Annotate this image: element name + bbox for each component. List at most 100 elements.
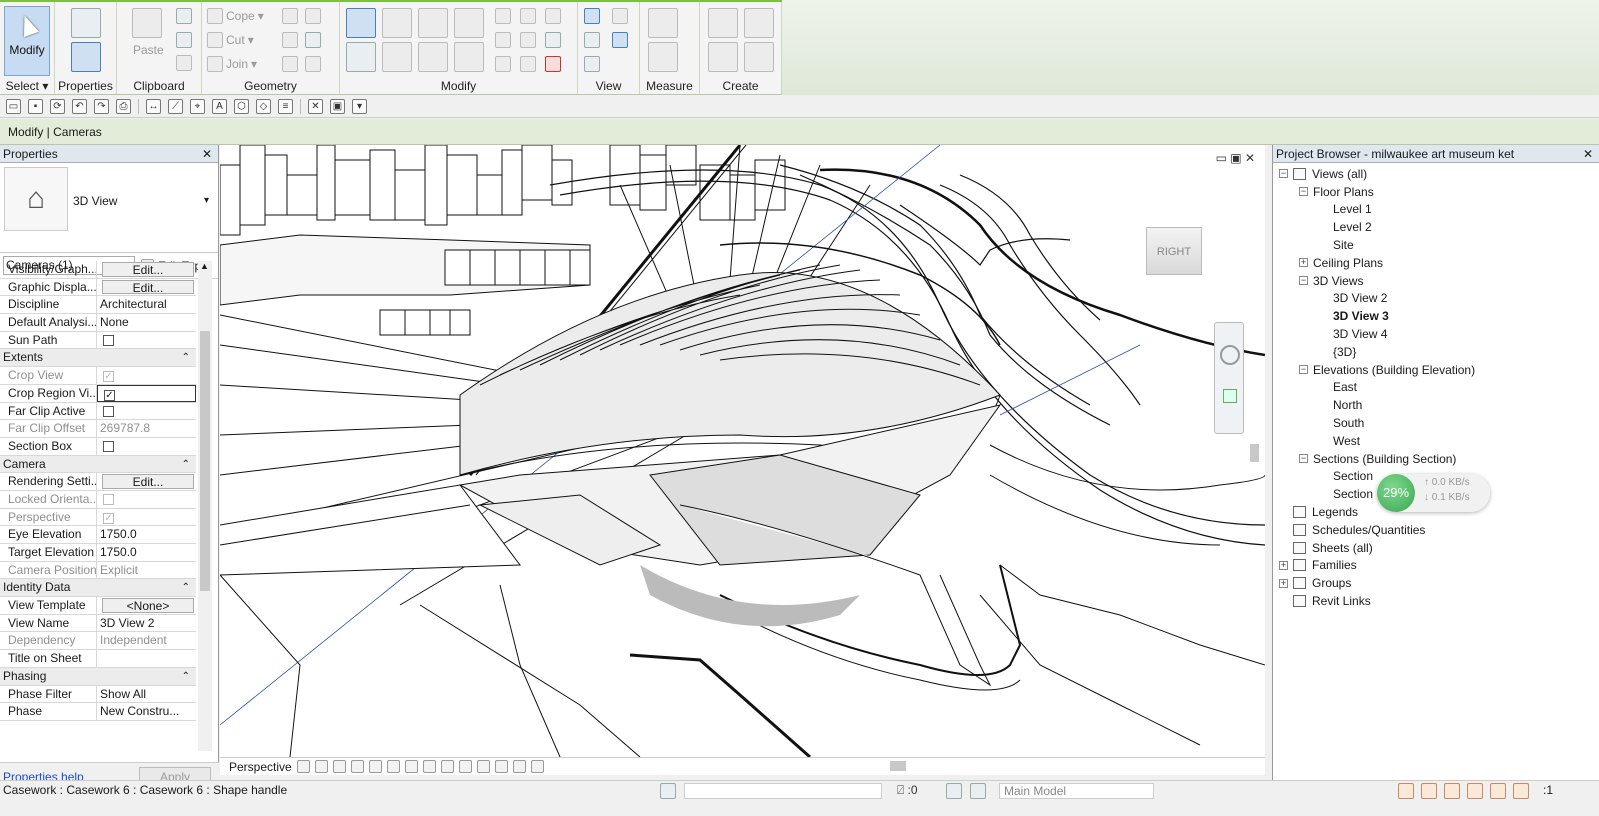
cut-geometry-button[interactable]: Cut ▾ <box>207 32 254 48</box>
type-properties-icon[interactable] <box>71 8 101 38</box>
sun-path-icon[interactable] <box>314 760 328 773</box>
type-selector[interactable]: ⌂ 3D View ▾ <box>0 163 218 253</box>
property-row[interactable]: Graphic Displa... Edit... <box>0 278 196 297</box>
property-edit-button[interactable]: <None> <box>102 598 194 613</box>
create-parts-icon[interactable] <box>744 8 774 38</box>
render-icon[interactable] <box>350 760 364 773</box>
property-row[interactable]: Locked Orienta... <box>0 490 196 509</box>
collapse-chevron-icon[interactable]: ⌃ <box>182 349 196 366</box>
unpin-icon[interactable] <box>545 8 561 24</box>
property-value[interactable]: Architectural <box>97 296 196 313</box>
property-row[interactable]: Crop View ✓ <box>0 367 196 385</box>
measure-between-icon[interactable] <box>648 8 678 38</box>
align-icon[interactable] <box>346 8 376 38</box>
property-row[interactable]: Target Elevation 1750.0 <box>0 544 196 562</box>
drawing-viewport[interactable]: ▭ ▣ ✕ RIGHT <box>220 145 1265 775</box>
select-dropdown[interactable]: Select ▾ <box>0 79 54 93</box>
delete-icon[interactable] <box>545 56 561 72</box>
editable-only-icon[interactable] <box>970 783 986 799</box>
zoom-icon[interactable] <box>1223 389 1237 403</box>
rotate-icon[interactable] <box>418 42 448 72</box>
select-pinned-icon[interactable] <box>1444 783 1460 799</box>
split-gap-icon[interactable] <box>520 8 536 24</box>
browser-node[interactable]: − Views (all) <box>1273 165 1599 183</box>
browser-node[interactable]: 3D View 4 <box>1273 325 1599 343</box>
expand-icon[interactable]: + <box>1299 258 1308 268</box>
browser-node[interactable]: Sheets (all) <box>1273 539 1599 557</box>
wall-joins-icon[interactable] <box>282 32 298 48</box>
offset-icon[interactable] <box>382 8 412 38</box>
property-edit-button[interactable]: Edit... <box>102 279 194 295</box>
property-checkbox[interactable] <box>103 334 114 346</box>
property-row[interactable]: Camera Position Explicit <box>0 561 196 580</box>
browser-node[interactable]: South <box>1273 414 1599 432</box>
property-value[interactable] <box>97 438 196 455</box>
highlight-displacement-icon[interactable] <box>494 760 508 773</box>
scale-icon[interactable] <box>520 32 536 48</box>
split-element-icon[interactable] <box>495 8 511 24</box>
browser-node[interactable]: + Families <box>1273 557 1599 575</box>
property-group-header[interactable]: Identity Data ⌃ <box>0 579 196 598</box>
hide-in-view-icon[interactable] <box>612 8 628 24</box>
property-row[interactable]: Far Clip Offset 269787.8 <box>0 420 196 438</box>
property-value[interactable]: New Constru... <box>97 703 196 720</box>
property-value[interactable]: None <box>97 314 196 331</box>
match-properties-icon[interactable] <box>176 55 192 71</box>
active-workset-select[interactable] <box>684 783 882 799</box>
property-value[interactable] <box>97 403 196 420</box>
browser-node[interactable]: Site <box>1273 236 1599 254</box>
modify-button[interactable]: Modify <box>4 6 50 76</box>
pin-icon[interactable] <box>545 32 561 48</box>
network-speed-widget[interactable]: 29% ↑ 0.0 KB/s ↓ 0.1 KB/s <box>1377 474 1490 512</box>
property-group-header[interactable]: Extents ⌃ <box>0 349 196 368</box>
browser-node[interactable]: Schedules/Quantities <box>1273 521 1599 539</box>
demolish-icon[interactable] <box>305 32 321 48</box>
scroll-thumb[interactable] <box>200 331 210 591</box>
property-row[interactable]: Crop Region Vi... ✓ <box>0 384 196 403</box>
property-row[interactable]: Visibility/Graph... Edit... <box>0 261 196 279</box>
worksharing-display-icon[interactable] <box>458 760 472 773</box>
linework-icon[interactable] <box>612 32 628 48</box>
trim-multiple-icon[interactable] <box>520 56 536 72</box>
collapse-icon[interactable]: − <box>1299 454 1308 464</box>
hide-isolate-icon[interactable] <box>584 8 600 24</box>
browser-node[interactable]: −3D Views <box>1273 272 1599 290</box>
browser-node[interactable]: East <box>1273 379 1599 397</box>
property-value[interactable]: Edit... <box>97 473 196 490</box>
paste-icon[interactable] <box>132 8 162 38</box>
undo-icon[interactable]: ↶ <box>72 98 87 114</box>
property-value[interactable]: Edit... <box>97 279 196 296</box>
design-option-select[interactable]: Main Model <box>999 783 1154 799</box>
project-browser-close-icon[interactable]: ✕ <box>1583 145 1593 162</box>
property-checkbox[interactable]: ✓ <box>104 389 115 401</box>
browser-node[interactable]: West <box>1273 432 1599 450</box>
create-group-icon[interactable] <box>708 42 738 72</box>
property-row[interactable]: Phase New Constru... <box>0 703 196 721</box>
property-row[interactable]: View Name 3D View 2 <box>0 614 196 633</box>
aligned-dimension-icon[interactable] <box>648 42 678 72</box>
aligned-dim-icon[interactable]: ⟋ <box>168 98 183 114</box>
collapse-chevron-icon[interactable]: ⌃ <box>182 456 196 473</box>
join-button[interactable]: Join ▾ <box>207 56 257 72</box>
property-row[interactable]: Far Clip Active <box>0 402 196 421</box>
property-edit-button[interactable]: Edit... <box>102 474 194 489</box>
select-underlay-icon[interactable] <box>1421 783 1437 799</box>
temp-view-properties-icon[interactable] <box>530 760 544 773</box>
cope-button[interactable]: Cope ▾ <box>207 8 264 24</box>
scroll-up-icon[interactable]: ▲ <box>200 261 209 271</box>
trim-extend-icon[interactable] <box>454 42 484 72</box>
sync-icon[interactable]: ⟳ <box>50 98 65 114</box>
filter-count[interactable]: ⍁ :0 <box>897 783 918 798</box>
switch-windows-icon[interactable]: ▣ <box>330 98 345 114</box>
property-row[interactable]: Discipline Architectural <box>0 296 196 315</box>
property-value[interactable]: 1750.0 <box>97 544 196 561</box>
measure-icon[interactable]: ↔ <box>146 98 161 114</box>
collapse-icon[interactable]: − <box>1299 187 1308 197</box>
mirror-axis-icon[interactable] <box>418 8 448 38</box>
chevron-down-icon[interactable]: ▾ <box>204 195 209 206</box>
property-group-header[interactable]: Camera ⌃ <box>0 455 196 474</box>
mirror-draw-icon[interactable] <box>454 8 484 38</box>
collapse-icon[interactable]: − <box>1299 276 1308 286</box>
browser-node[interactable]: + Groups <box>1273 574 1599 592</box>
create-similar-icon[interactable] <box>744 42 774 72</box>
